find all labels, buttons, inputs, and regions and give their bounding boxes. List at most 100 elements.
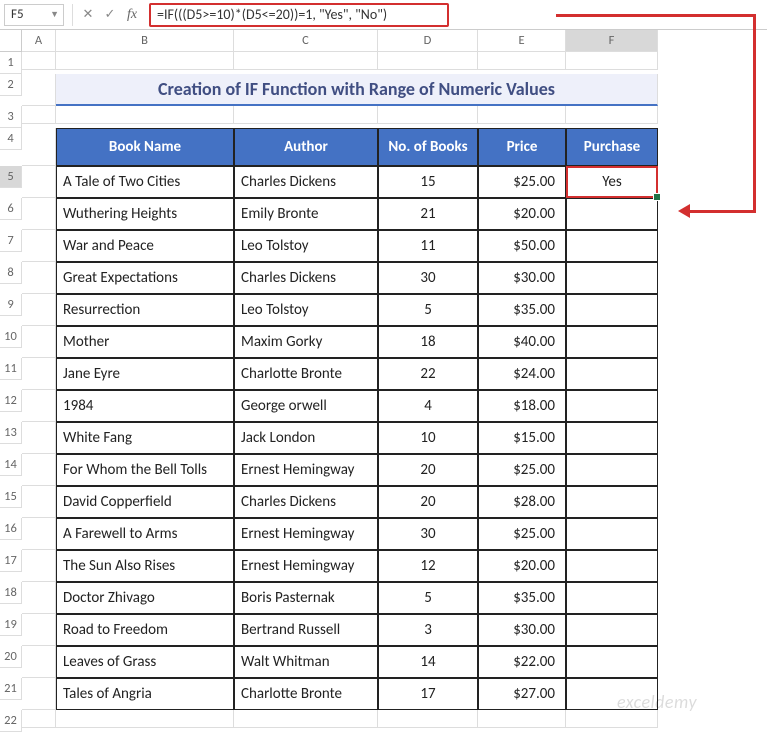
table-cell-author[interactable]: Ernest Hemingway: [234, 550, 378, 582]
row-header[interactable]: 6: [0, 198, 22, 220]
table-cell-book[interactable]: Leaves of Grass: [56, 646, 234, 678]
empty-cell[interactable]: [22, 198, 56, 230]
table-cell-purchase[interactable]: [566, 454, 658, 486]
table-cell-price[interactable]: $50.00: [478, 230, 566, 262]
table-cell-num[interactable]: 10: [378, 422, 478, 454]
empty-cell[interactable]: [22, 390, 56, 422]
table-cell-author[interactable]: Charles Dickens: [234, 166, 378, 198]
table-cell-price[interactable]: $40.00: [478, 326, 566, 358]
row-header[interactable]: 7: [0, 230, 22, 252]
table-cell-num[interactable]: 14: [378, 646, 478, 678]
row-header[interactable]: 12: [0, 390, 22, 412]
table-cell-num[interactable]: 4: [378, 390, 478, 422]
cancel-button[interactable]: ✕: [77, 4, 99, 26]
table-cell-price[interactable]: $25.00: [478, 518, 566, 550]
row-header[interactable]: 20: [0, 646, 22, 668]
empty-cell[interactable]: [22, 74, 56, 106]
name-box[interactable]: F5 ▼: [4, 4, 64, 26]
table-cell-book[interactable]: Tales of Angria: [56, 678, 234, 710]
table-cell-num[interactable]: 21: [378, 198, 478, 230]
table-cell-author[interactable]: Jack London: [234, 422, 378, 454]
table-cell-purchase[interactable]: [566, 422, 658, 454]
empty-cell[interactable]: [22, 326, 56, 358]
empty-cell[interactable]: [22, 294, 56, 326]
table-cell-author[interactable]: Bertrand Russell: [234, 614, 378, 646]
table-cell-author[interactable]: Ernest Hemingway: [234, 454, 378, 486]
empty-cell[interactable]: [234, 106, 378, 124]
table-cell-purchase[interactable]: [566, 582, 658, 614]
empty-cell[interactable]: [378, 106, 478, 124]
formula-input[interactable]: =IF(((D5>=10)*(D5<=20))=1, "Yes", "No"): [149, 3, 449, 27]
row-header[interactable]: 3: [0, 106, 22, 128]
table-cell-author[interactable]: Ernest Hemingway: [234, 518, 378, 550]
empty-cell[interactable]: [22, 106, 56, 124]
empty-cell[interactable]: [22, 614, 56, 646]
table-cell-book[interactable]: A Tale of Two Cities: [56, 166, 234, 198]
table-cell-num[interactable]: 12: [378, 550, 478, 582]
table-cell-book[interactable]: Road to Freedom: [56, 614, 234, 646]
table-cell-book[interactable]: Doctor Zhivago: [56, 582, 234, 614]
fill-handle[interactable]: [653, 193, 661, 201]
table-cell-num[interactable]: 5: [378, 294, 478, 326]
row-header[interactable]: 1: [0, 52, 22, 74]
empty-cell[interactable]: [22, 518, 56, 550]
row-header[interactable]: 10: [0, 326, 22, 348]
table-cell-price[interactable]: $25.00: [478, 166, 566, 198]
table-cell-author[interactable]: Charles Dickens: [234, 262, 378, 294]
empty-cell[interactable]: [234, 710, 378, 728]
table-cell-purchase[interactable]: [566, 486, 658, 518]
table-cell-price[interactable]: $24.00: [478, 358, 566, 390]
table-cell-purchase[interactable]: [566, 358, 658, 390]
table-cell-author[interactable]: Charles Dickens: [234, 486, 378, 518]
table-cell-book[interactable]: Wuthering Heights: [56, 198, 234, 230]
table-cell-book[interactable]: 1984: [56, 390, 234, 422]
table-cell-purchase[interactable]: [566, 262, 658, 294]
row-header[interactable]: 13: [0, 422, 22, 444]
table-cell-book[interactable]: For Whom the Bell Tolls: [56, 454, 234, 486]
table-cell-book[interactable]: War and Peace: [56, 230, 234, 262]
table-cell-book[interactable]: Mother: [56, 326, 234, 358]
row-header[interactable]: 2: [0, 74, 22, 96]
empty-cell[interactable]: [22, 454, 56, 486]
col-header[interactable]: F: [566, 30, 658, 52]
table-cell-price[interactable]: $35.00: [478, 294, 566, 326]
empty-cell[interactable]: [378, 710, 478, 728]
table-cell-num[interactable]: 22: [378, 358, 478, 390]
table-cell-num[interactable]: 20: [378, 454, 478, 486]
empty-cell[interactable]: [56, 106, 234, 124]
table-cell-num[interactable]: 18: [378, 326, 478, 358]
empty-cell[interactable]: [378, 52, 478, 70]
table-cell-num[interactable]: 17: [378, 678, 478, 710]
row-header[interactable]: 14: [0, 454, 22, 476]
empty-cell[interactable]: [478, 710, 566, 728]
row-header[interactable]: 4: [0, 128, 22, 150]
empty-cell[interactable]: [22, 550, 56, 582]
table-cell-author[interactable]: George orwell: [234, 390, 378, 422]
empty-cell[interactable]: [22, 166, 56, 198]
table-cell-price[interactable]: $15.00: [478, 422, 566, 454]
table-cell-num[interactable]: 30: [378, 262, 478, 294]
row-header[interactable]: 21: [0, 678, 22, 700]
table-cell-author[interactable]: Maxim Gorky: [234, 326, 378, 358]
table-cell-book[interactable]: Jane Eyre: [56, 358, 234, 390]
selected-cell[interactable]: Yes: [566, 166, 658, 198]
empty-cell[interactable]: [56, 710, 234, 728]
name-box-dropdown-icon[interactable]: ▼: [50, 9, 59, 20]
table-cell-book[interactable]: A Farewell to Arms: [56, 518, 234, 550]
table-cell-price[interactable]: $35.00: [478, 582, 566, 614]
empty-cell[interactable]: [566, 52, 658, 70]
empty-cell[interactable]: [22, 230, 56, 262]
empty-cell[interactable]: [234, 52, 378, 70]
table-cell-purchase[interactable]: [566, 390, 658, 422]
table-cell-purchase[interactable]: [566, 646, 658, 678]
table-cell-num[interactable]: 5: [378, 582, 478, 614]
empty-cell[interactable]: [478, 52, 566, 70]
table-cell-book[interactable]: The Sun Also Rises: [56, 550, 234, 582]
empty-cell[interactable]: [22, 646, 56, 678]
table-cell-price[interactable]: $20.00: [478, 550, 566, 582]
table-cell-book[interactable]: Resurrection: [56, 294, 234, 326]
col-header[interactable]: B: [56, 30, 234, 52]
fx-button[interactable]: fx: [121, 4, 143, 26]
table-cell-price[interactable]: $30.00: [478, 614, 566, 646]
row-header[interactable]: 18: [0, 582, 22, 604]
